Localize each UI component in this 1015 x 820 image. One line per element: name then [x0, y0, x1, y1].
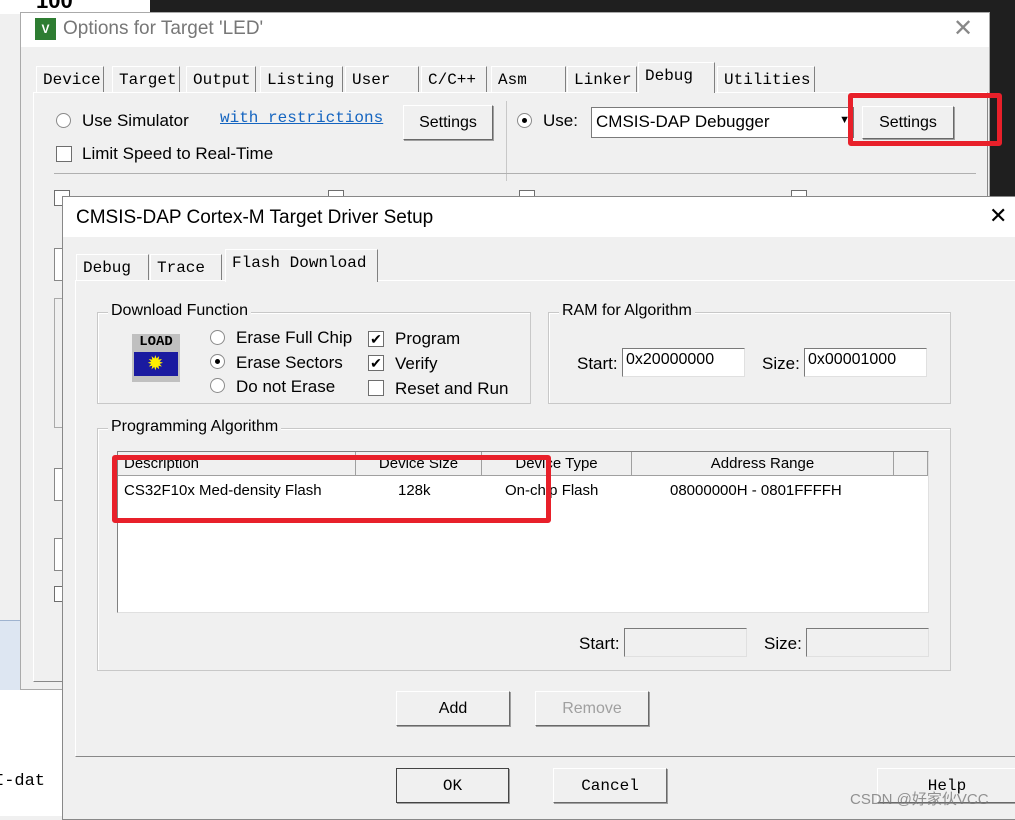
debugger-select-value: CMSIS-DAP Debugger	[596, 112, 770, 131]
use-label: Use:	[543, 111, 578, 130]
highlight-algorithm-row	[112, 455, 551, 523]
ram-start-input[interactable]: 0x20000000	[622, 348, 745, 377]
tab-target[interactable]: Target	[112, 66, 180, 92]
ok-button[interactable]: OK	[396, 768, 509, 803]
background-code-text: I-dat	[0, 772, 46, 791]
debugger-select[interactable]: CMSIS-DAP Debugger ▼	[591, 107, 854, 138]
tab-flash-download[interactable]: Flash Download	[225, 249, 378, 282]
uvision-logo-icon: V	[35, 18, 56, 40]
remove-button[interactable]: Remove	[535, 691, 649, 726]
tab-linker[interactable]: Linker	[567, 66, 637, 92]
tab-listing[interactable]: Listing	[260, 66, 343, 92]
reset-and-run-checkbox[interactable]	[368, 380, 384, 396]
algorithm-start-input[interactable]	[624, 628, 747, 657]
tab-utilities[interactable]: Utilities	[717, 66, 815, 92]
tab-user[interactable]: User	[345, 66, 419, 92]
limit-speed-label: Limit Speed to Real-Time	[82, 144, 274, 163]
algorithm-size-label: Size:	[764, 634, 802, 653]
tab-cc[interactable]: C/C++	[421, 66, 487, 92]
simulator-settings-button[interactable]: Settings	[403, 105, 493, 140]
tab-output[interactable]: Output	[186, 66, 256, 92]
program-label: Program	[395, 329, 461, 348]
horizontal-divider	[54, 173, 976, 174]
erase-full-chip-label: Erase Full Chip	[236, 328, 353, 347]
ram-legend: RAM for Algorithm	[559, 302, 695, 320]
verify-checkbox[interactable]: ✔	[368, 355, 384, 371]
algorithm-size-input[interactable]	[806, 628, 929, 657]
vertical-divider	[506, 101, 507, 181]
tab-inner-debug[interactable]: Debug	[76, 254, 149, 280]
reset-and-run-label: Reset and Run	[395, 379, 509, 398]
cancel-button[interactable]: Cancel	[553, 768, 667, 803]
tab-debug[interactable]: Debug	[638, 62, 715, 93]
load-icon-star: ✹	[147, 353, 164, 375]
outer-title-bar: V Options for Target 'LED' ✕	[21, 13, 989, 47]
ram-size-label: Size:	[762, 354, 800, 373]
ram-for-algorithm-group: RAM for Algorithm Start: 0x20000000 Size…	[548, 302, 951, 404]
ram-start-label: Start:	[577, 354, 618, 373]
column-address-range[interactable]: Address Range	[632, 452, 894, 476]
inner-dialog-title: CMSIS-DAP Cortex-M Target Driver Setup	[76, 207, 434, 228]
download-function-legend: Download Function	[108, 302, 251, 320]
verify-label: Verify	[395, 354, 438, 373]
load-icon: LOAD ✹	[132, 334, 180, 382]
load-icon-text: LOAD	[139, 334, 173, 350]
download-function-group: Download Function LOAD ✹ Erase Full Chip…	[97, 302, 531, 404]
do-not-erase-radio[interactable]	[210, 378, 225, 393]
add-button[interactable]: Add	[396, 691, 510, 726]
outer-dialog-title: Options for Target 'LED'	[63, 18, 264, 39]
erase-full-chip-radio[interactable]	[210, 330, 225, 345]
erase-sectors-radio[interactable]	[210, 354, 225, 369]
column-blank	[894, 452, 928, 476]
algorithm-start-label: Start:	[579, 634, 620, 653]
use-simulator-radio[interactable]	[56, 113, 71, 128]
outer-close-icon[interactable]: ✕	[953, 14, 973, 43]
cell-address-range: 08000000H - 0801FFFFH	[670, 482, 842, 499]
limit-speed-checkbox[interactable]	[56, 146, 72, 162]
erase-sectors-label: Erase Sectors	[236, 353, 343, 372]
tab-inner-trace[interactable]: Trace	[150, 254, 222, 280]
program-checkbox[interactable]: ✔	[368, 331, 384, 347]
background-tab-strip	[0, 620, 20, 690]
inner-title-bar: CMSIS-DAP Cortex-M Target Driver Setup ✕	[63, 197, 1015, 237]
watermark: CSDN @好家伙VCC	[850, 791, 989, 808]
background-editor-bottom	[0, 690, 62, 816]
ram-size-input[interactable]: 0x00001000	[804, 348, 927, 377]
highlight-settings	[848, 93, 1002, 146]
with-restrictions-link[interactable]: with restrictions	[220, 109, 383, 127]
tab-device[interactable]: Device	[36, 66, 104, 92]
do-not-erase-label: Do not Erase	[236, 377, 336, 396]
use-debugger-radio[interactable]	[517, 113, 532, 128]
algorithm-legend: Programming Algorithm	[108, 418, 282, 436]
tab-asm[interactable]: Asm	[491, 66, 566, 92]
use-simulator-label: Use Simulator	[82, 111, 189, 130]
inner-close-icon[interactable]: ✕	[989, 203, 1007, 229]
